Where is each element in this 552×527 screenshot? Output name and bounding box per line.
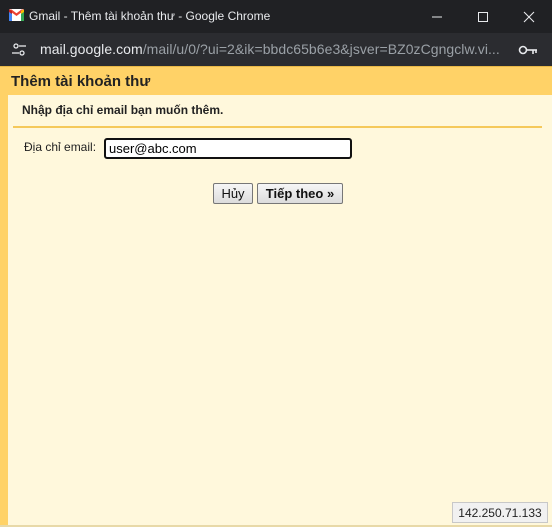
address-bar[interactable]: mail.google.com/mail/u/0/?ui=2&ik=bbdc65…: [0, 33, 552, 66]
next-button[interactable]: Tiếp theo »: [257, 183, 343, 204]
close-button[interactable]: [506, 0, 552, 33]
dialog-header: Thêm tài khoản thư: [0, 66, 552, 95]
tune-icon[interactable]: [11, 42, 27, 58]
gmail-icon: [9, 9, 24, 21]
window-title: Gmail - Thêm tài khoản thư - Google Chro…: [29, 9, 271, 23]
divider: [13, 126, 542, 128]
cancel-button[interactable]: Hủy: [213, 183, 253, 204]
dialog-title: Thêm tài khoản thư: [11, 73, 151, 90]
minimize-icon: [432, 16, 442, 17]
dialog-frame-left: [0, 94, 8, 527]
instruction-text: Nhập địa chỉ email bạn muốn thêm.: [22, 103, 224, 117]
close-icon: [523, 11, 535, 22]
ip-status-badge: 142.250.71.133: [452, 502, 548, 523]
minimize-button[interactable]: [414, 0, 460, 33]
url-host: mail.google.com: [40, 41, 143, 57]
key-icon[interactable]: [518, 43, 538, 57]
email-input[interactable]: [104, 138, 352, 159]
url-path: /mail/u/0/?ui=2&ik=bbdc65b6e3&jsver=BZ0z…: [142, 41, 500, 57]
url-text[interactable]: mail.google.com/mail/u/0/?ui=2&ik=bbdc65…: [40, 41, 510, 57]
maximize-icon: [478, 11, 488, 22]
browser-title-bar: Gmail - Thêm tài khoản thư - Google Chro…: [0, 0, 552, 33]
maximize-button[interactable]: [460, 0, 506, 33]
email-label: Địa chỉ email:: [24, 140, 97, 154]
